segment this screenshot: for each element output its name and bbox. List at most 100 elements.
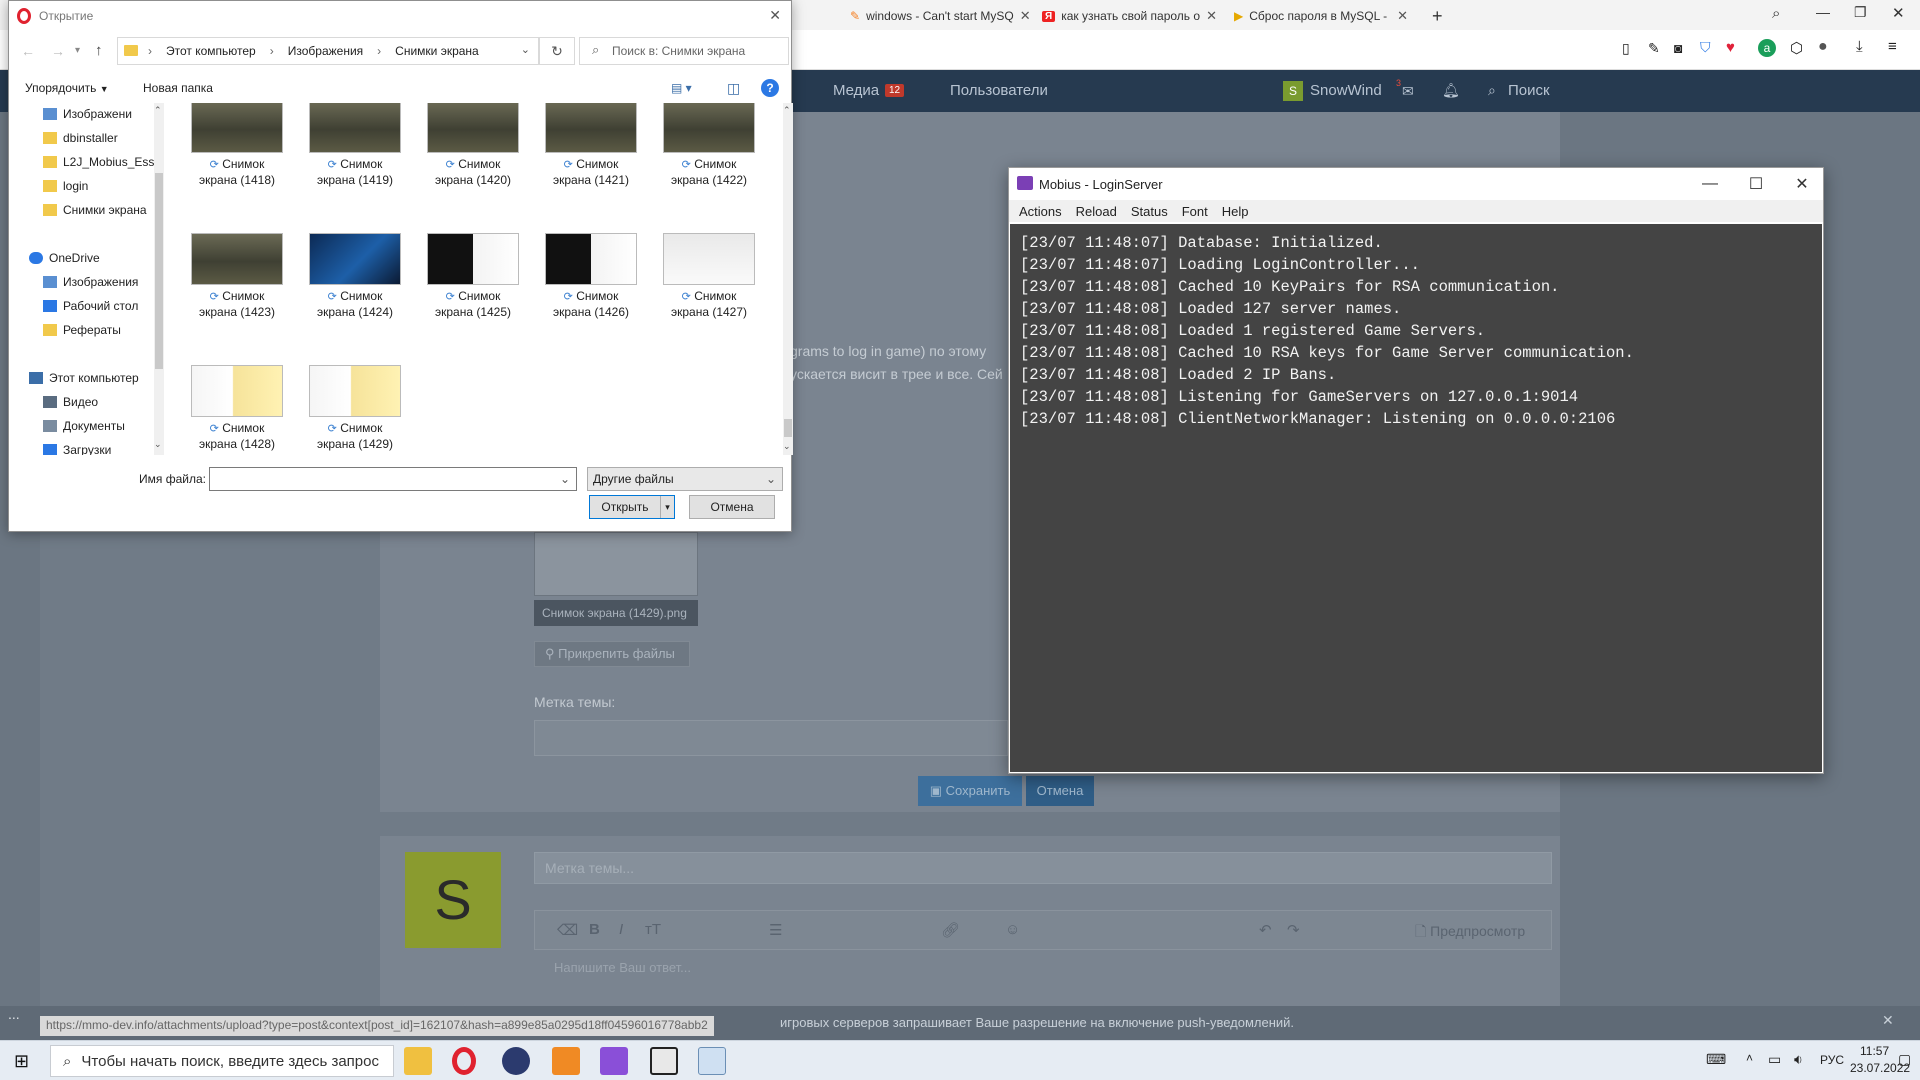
scroll-down-icon[interactable]: ⌄ bbox=[154, 439, 162, 450]
file-explorer-icon[interactable] bbox=[404, 1047, 432, 1075]
notifications-icon[interactable]: ▢ bbox=[1898, 1051, 1911, 1068]
file-item[interactable]: ⟳ Снимок экрана (1420) bbox=[417, 157, 529, 188]
menu-help[interactable]: Help bbox=[1222, 204, 1249, 219]
chevron-down-icon[interactable]: ⌄ bbox=[560, 468, 570, 490]
language-indicator[interactable]: РУС bbox=[1820, 1053, 1844, 1067]
file-item[interactable]: ⟳ Снимок экрана (1422) bbox=[653, 157, 765, 188]
notification-text[interactable]: игровых серверов запрашивает Ваше разреш… bbox=[780, 1015, 1294, 1030]
chevron-down-icon[interactable]: ⌄ bbox=[521, 43, 530, 56]
file-thumbnail[interactable] bbox=[191, 233, 283, 285]
restore-icon[interactable]: ❐ bbox=[1854, 4, 1867, 21]
close-tab-icon[interactable]: ✕ bbox=[1206, 8, 1217, 24]
eraser-icon[interactable]: ⌫ bbox=[557, 921, 578, 939]
file-type-select[interactable]: Другие файлы ⌄ bbox=[587, 467, 783, 491]
up-icon[interactable]: ↑ bbox=[95, 42, 103, 59]
heart-icon[interactable]: ♥ bbox=[1726, 39, 1735, 56]
list-icon[interactable]: ☰ bbox=[769, 921, 782, 939]
reply-topic-input[interactable]: Метка темы... bbox=[534, 852, 1552, 884]
file-item[interactable]: ⟳ Снимок экрана (1428) bbox=[181, 421, 293, 452]
network-icon[interactable]: ▭ bbox=[1768, 1051, 1781, 1068]
save-button[interactable]: ▣ Сохранить bbox=[918, 776, 1022, 806]
refresh-button[interactable]: ↻ bbox=[539, 37, 575, 65]
bell-icon[interactable]: 🔔︎ bbox=[1442, 82, 1460, 99]
reader-icon[interactable]: ▯ bbox=[1622, 40, 1630, 57]
attachment-thumbnail[interactable] bbox=[534, 532, 698, 596]
file-item[interactable]: ⟳ Снимок экрана (1421) bbox=[535, 157, 647, 188]
nav-tree-item[interactable]: Изображени bbox=[9, 103, 154, 125]
volume-icon[interactable]: 🔉︎ bbox=[1794, 1051, 1803, 1068]
cancel-button[interactable]: Отмена bbox=[1026, 776, 1094, 806]
organize-button[interactable]: Упорядочить ▼ bbox=[25, 81, 109, 95]
new-tab-button[interactable]: + bbox=[1424, 4, 1454, 28]
tree-scrollbar[interactable]: ⌃ ⌄ bbox=[154, 103, 164, 455]
nav-tree-item[interactable]: Изображения bbox=[9, 271, 154, 293]
cube-icon[interactable]: ⬡ bbox=[1790, 39, 1803, 57]
bold-icon[interactable]: B bbox=[589, 921, 600, 938]
shield-icon[interactable]: ⛉ bbox=[1700, 39, 1711, 56]
file-thumbnail[interactable] bbox=[427, 233, 519, 285]
attach-files-button[interactable]: ⚲ Прикрепить файлы bbox=[534, 641, 690, 667]
file-thumbnail[interactable] bbox=[309, 233, 401, 285]
eclipse-icon[interactable] bbox=[502, 1047, 530, 1075]
cancel-button[interactable]: Отмена bbox=[689, 495, 775, 519]
more-icon[interactable]: ... bbox=[8, 1006, 20, 1022]
close-icon[interactable]: ✕ bbox=[769, 7, 781, 24]
scroll-down-icon[interactable]: ⌄ bbox=[783, 441, 791, 452]
nav-tree-item[interactable]: OneDrive bbox=[9, 247, 154, 269]
view-icon[interactable]: ▤ ▾ bbox=[671, 81, 692, 95]
scroll-up-icon[interactable]: ⌃ bbox=[154, 105, 162, 116]
menu-reload[interactable]: Reload bbox=[1076, 204, 1117, 219]
minimize-icon[interactable]: — bbox=[1687, 168, 1733, 200]
file-thumbnail[interactable] bbox=[309, 103, 401, 153]
keyboard-icon[interactable]: ⌨ bbox=[1706, 1051, 1726, 1068]
font-size-icon[interactable]: тT bbox=[645, 921, 661, 938]
address-bar[interactable]: › Этот компьютер › Изображения › Снимки … bbox=[117, 37, 539, 65]
close-tab-icon[interactable]: ✕ bbox=[1397, 8, 1408, 24]
browser-tab[interactable]: ✎ windows - Can't start MySQ ✕ bbox=[842, 4, 1032, 28]
redo-icon[interactable]: ↷ bbox=[1287, 921, 1300, 939]
menu-font[interactable]: Font bbox=[1182, 204, 1208, 219]
undo-icon[interactable]: ↶ bbox=[1259, 921, 1272, 939]
file-thumbnail[interactable] bbox=[309, 365, 401, 417]
attachment-name[interactable]: Снимок экрана (1429).png bbox=[534, 600, 698, 626]
menu-actions[interactable]: Actions bbox=[1019, 204, 1062, 219]
menu-icon[interactable]: ≡ bbox=[1888, 38, 1897, 55]
dialog-search-input[interactable]: ⌕ Поиск в: Снимки экрана bbox=[579, 37, 789, 65]
nav-users[interactable]: Пользователи bbox=[950, 82, 1048, 99]
file-thumbnail[interactable] bbox=[663, 233, 755, 285]
minimize-icon[interactable]: — bbox=[1816, 4, 1830, 20]
nav-tree-item[interactable]: L2J_Mobius_Esse bbox=[9, 151, 154, 173]
close-icon[interactable]: ✕ bbox=[1892, 4, 1905, 22]
camera-icon[interactable]: ◙ bbox=[1674, 40, 1682, 56]
nav-tree-item[interactable]: Этот компьютер bbox=[9, 367, 154, 389]
link-icon[interactable]: 🔗︎ bbox=[941, 921, 960, 939]
avatar[interactable]: S bbox=[1283, 81, 1303, 101]
extension-icon[interactable]: a bbox=[1758, 39, 1776, 57]
new-folder-button[interactable]: Новая папка bbox=[143, 81, 213, 95]
scrollbar-thumb[interactable] bbox=[784, 419, 792, 437]
clock-time[interactable]: 11:57 bbox=[1860, 1044, 1889, 1058]
xampp-icon[interactable] bbox=[552, 1047, 580, 1075]
windows-start-icon[interactable]: ⊞ bbox=[14, 1051, 29, 1072]
scrollbar-thumb[interactable] bbox=[155, 173, 163, 369]
edit-icon[interactable]: ✎ bbox=[1648, 40, 1660, 57]
forward-icon[interactable]: → bbox=[51, 43, 65, 59]
search-icon[interactable]: ⌕ bbox=[1772, 5, 1780, 22]
open-button[interactable]: Открыть ▾ bbox=[589, 495, 675, 519]
breadcrumb-computer[interactable]: Этот компьютер bbox=[166, 44, 256, 58]
console-output[interactable]: [23/07 11:48:07] Database: Initialized. [… bbox=[1010, 224, 1822, 772]
breadcrumb-screenshots[interactable]: Снимки экрана bbox=[395, 44, 479, 58]
help-icon[interactable]: ? bbox=[761, 79, 779, 97]
maximize-icon[interactable]: ☐ bbox=[1733, 168, 1779, 200]
file-thumbnail[interactable] bbox=[663, 103, 755, 153]
preview-button[interactable]: 🗋︎ Предпросмотр bbox=[1415, 921, 1525, 945]
topic-input[interactable] bbox=[534, 720, 1008, 756]
file-scrollbar[interactable]: ⌃ ⌄ bbox=[783, 103, 793, 455]
photos-icon[interactable] bbox=[698, 1047, 726, 1075]
preview-pane-icon[interactable]: ◫ bbox=[727, 80, 740, 97]
close-icon[interactable]: ✕ bbox=[1882, 1012, 1894, 1029]
chevron-down-icon[interactable]: ▾ bbox=[660, 496, 674, 518]
file-thumbnail[interactable] bbox=[191, 365, 283, 417]
reply-textarea[interactable]: Напишите Ваш ответ... bbox=[554, 960, 691, 975]
search-icon[interactable]: ⌕ bbox=[1488, 82, 1496, 99]
